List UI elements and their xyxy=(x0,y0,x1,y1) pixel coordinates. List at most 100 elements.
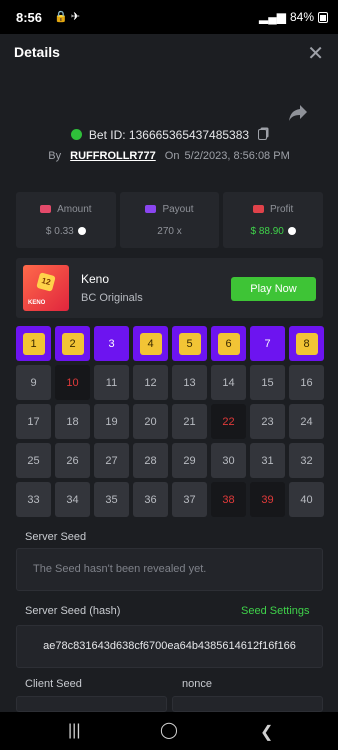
keno-cell[interactable]: 24 xyxy=(289,404,324,439)
details-header: Details ✕ xyxy=(0,34,338,68)
keno-cell[interactable]: 35 xyxy=(94,482,129,517)
keno-cell[interactable]: 31 xyxy=(250,443,285,478)
keno-board: 1 2 3 4 5 6 7 8 9 10 11 12 13 14 15 16 17 18 19 20 21 22 23 24 2… xyxy=(16,326,324,517)
keno-cell[interactable]: 33 xyxy=(16,482,51,517)
keno-cell[interactable]: 12 xyxy=(133,365,168,400)
stat-value: $ 88.90 xyxy=(250,226,284,237)
coin-icon xyxy=(287,226,296,235)
bet-stats: Amount $ 0.33 Payout 270 x Profit $ 88.9… xyxy=(16,192,324,248)
keno-cell[interactable]: 29 xyxy=(172,443,207,478)
keno-cell[interactable]: 8 xyxy=(289,326,324,361)
copy-icon[interactable] xyxy=(258,129,268,140)
keno-number: 22 xyxy=(222,415,235,428)
keno-cell[interactable]: 19 xyxy=(94,404,129,439)
keno-cell[interactable]: 30 xyxy=(211,443,246,478)
bet-id: Bet ID: 136665365437485383 xyxy=(88,128,250,142)
keno-number: 1 xyxy=(22,332,45,355)
play-now-button[interactable]: Play Now xyxy=(231,277,316,301)
keno-cell[interactable]: 27 xyxy=(94,443,129,478)
payout-icon xyxy=(145,205,157,213)
client-seed-field[interactable] xyxy=(16,696,167,712)
keno-number: 18 xyxy=(66,415,79,428)
keno-cell[interactable]: 25 xyxy=(16,443,51,478)
keno-cell[interactable]: 17 xyxy=(16,404,51,439)
nonce-field[interactable] xyxy=(172,696,323,712)
keno-number: 21 xyxy=(183,415,196,428)
page-title: Details xyxy=(14,44,60,60)
home-icon[interactable]: ◯ xyxy=(160,720,178,740)
keno-cell[interactable]: 11 xyxy=(94,365,129,400)
keno-number: 14 xyxy=(222,376,235,389)
verified-shield-icon xyxy=(70,129,82,140)
keno-cell[interactable]: 14 xyxy=(211,365,246,400)
keno-cell[interactable]: 2 xyxy=(55,326,90,361)
nonce-label: nonce xyxy=(182,678,212,690)
keno-number: 26 xyxy=(66,454,79,467)
keno-number: 15 xyxy=(261,376,274,389)
keno-cell[interactable]: 23 xyxy=(250,404,285,439)
keno-cell[interactable]: 1 xyxy=(16,326,51,361)
stat-label: Profit xyxy=(270,204,294,215)
keno-cell[interactable]: 4 xyxy=(133,326,168,361)
keno-cell[interactable]: 36 xyxy=(133,482,168,517)
battery-icon xyxy=(318,11,328,23)
stat-amount: Amount $ 0.33 xyxy=(16,192,116,248)
server-seed-field[interactable]: The Seed hasn't been revealed yet. xyxy=(16,548,323,591)
keno-number: 19 xyxy=(105,415,118,428)
recent-apps-icon[interactable]: ||| xyxy=(68,722,80,740)
bet-date: 5/2/2023, 8:56:08 PM xyxy=(184,150,290,162)
keno-cell[interactable]: 18 xyxy=(55,404,90,439)
keno-cell[interactable]: 10 xyxy=(55,365,90,400)
keno-cell[interactable]: 34 xyxy=(55,482,90,517)
keno-cell[interactable]: 9 xyxy=(16,365,51,400)
keno-number: 11 xyxy=(105,376,118,389)
stat-profit: Profit $ 88.90 xyxy=(223,192,324,248)
keno-cell[interactable]: 38 xyxy=(211,482,246,517)
game-card: 12 KENO Keno BC Originals Play Now xyxy=(16,258,323,318)
server-seed-hash-label: Server Seed (hash) xyxy=(25,605,121,617)
by-label: By xyxy=(48,150,62,162)
keno-cell[interactable]: 39 xyxy=(250,482,285,517)
signal-icon: ▂▄▆ xyxy=(259,10,286,24)
client-seed-label: Client Seed xyxy=(25,678,82,690)
keno-cell[interactable]: 21 xyxy=(172,404,207,439)
stat-value: $ 0.33 xyxy=(45,226,74,237)
keno-cell[interactable]: 37 xyxy=(172,482,207,517)
keno-number: 40 xyxy=(300,493,313,506)
back-icon[interactable]: ❮ xyxy=(260,722,273,742)
keno-cell[interactable]: 7 xyxy=(250,326,285,361)
player-username-link[interactable]: RUFFROLLR777 xyxy=(70,150,156,162)
close-icon[interactable]: ✕ xyxy=(307,41,324,66)
keno-cell[interactable]: 13 xyxy=(172,365,207,400)
keno-game-thumbnail[interactable]: 12 KENO xyxy=(23,265,69,311)
on-label: On xyxy=(164,150,180,162)
share-icon[interactable] xyxy=(288,104,308,122)
keno-number: 28 xyxy=(144,454,157,467)
keno-number: 5 xyxy=(178,332,201,355)
keno-cell[interactable]: 5 xyxy=(172,326,207,361)
keno-cell[interactable]: 15 xyxy=(250,365,285,400)
server-seed-label: Server Seed xyxy=(25,531,87,543)
keno-number: 6 xyxy=(217,332,240,355)
keno-cell[interactable]: 32 xyxy=(289,443,324,478)
keno-cell[interactable]: 28 xyxy=(133,443,168,478)
keno-cell[interactable]: 22 xyxy=(211,404,246,439)
seed-settings-link[interactable]: Seed Settings xyxy=(241,605,310,617)
keno-number: 7 xyxy=(264,337,271,350)
keno-cell[interactable]: 20 xyxy=(133,404,168,439)
keno-number: 27 xyxy=(105,454,118,467)
keno-number: 16 xyxy=(300,376,313,389)
keno-cell[interactable]: 3 xyxy=(94,326,129,361)
keno-cell[interactable]: 6 xyxy=(211,326,246,361)
keno-cell[interactable]: 16 xyxy=(289,365,324,400)
battery-percent: 84% xyxy=(289,10,314,24)
server-seed-hash-field[interactable]: ae78c831643d638cf6700ea64b4385614612f16f… xyxy=(16,625,323,668)
keno-cell[interactable]: 40 xyxy=(289,482,324,517)
system-icons: ▂▄▆ 84% xyxy=(259,10,328,24)
stat-payout: Payout 270 x xyxy=(119,192,220,248)
keno-cell[interactable]: 26 xyxy=(55,443,90,478)
bet-byline: By RUFFROLLR777 On 5/2/2023, 8:56:08 PM xyxy=(0,150,338,162)
thumb-label: KENO xyxy=(28,300,46,306)
keno-number: 20 xyxy=(144,415,157,428)
keno-number: 34 xyxy=(66,493,79,506)
